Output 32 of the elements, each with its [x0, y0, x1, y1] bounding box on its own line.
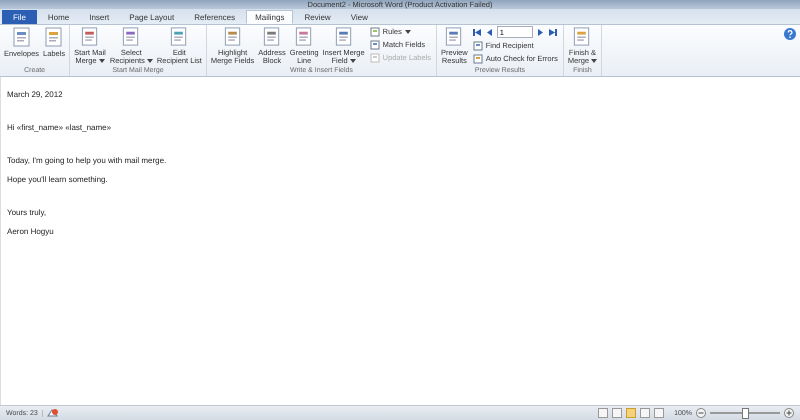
document-text: Yours truly, [7, 207, 48, 218]
ribbon-tab[interactable]: View [342, 10, 377, 24]
small-document-icon [472, 40, 483, 50]
view-button[interactable] [640, 408, 650, 418]
small-document-icon [370, 52, 380, 62]
ribbon-tab[interactable]: Page Layout [120, 10, 184, 24]
ribbon-tab[interactable]: File [2, 10, 37, 24]
help-icon[interactable] [784, 28, 796, 40]
proofing-icon[interactable] [46, 408, 59, 418]
ribbon-tab[interactable]: Insert [80, 10, 118, 24]
first-record-icon[interactable] [472, 28, 482, 36]
view-button[interactable] [654, 408, 664, 418]
ribbon-tab[interactable]: References [185, 10, 244, 24]
ribbon-tab[interactable]: Mailings [246, 10, 294, 24]
document-text: Aeron Hogyu [7, 226, 55, 237]
view-button[interactable] [598, 408, 608, 418]
document-text: March 29, 2012 [7, 89, 64, 100]
document-text: Hope you'll learn something. [7, 174, 109, 185]
ribbon-tab[interactable]: Review [295, 10, 340, 24]
ribbon-tab[interactable]: Home [38, 10, 78, 24]
zoom-in-icon[interactable] [784, 408, 794, 418]
document-text: Hi «first_name» «last_name» [7, 122, 112, 133]
next-record-icon[interactable] [536, 28, 544, 36]
zoom-out-icon[interactable] [696, 408, 706, 418]
zoom-slider-thumb[interactable] [742, 408, 749, 418]
last-record-icon[interactable] [548, 28, 557, 36]
previous-record-icon[interactable] [486, 28, 493, 36]
small-document-icon [370, 26, 380, 36]
document-text: Today, I'm going to help you with mail merge. [7, 155, 168, 166]
view-button[interactable] [612, 408, 622, 418]
small-document-icon [370, 40, 380, 50]
small-document-icon [472, 54, 483, 64]
